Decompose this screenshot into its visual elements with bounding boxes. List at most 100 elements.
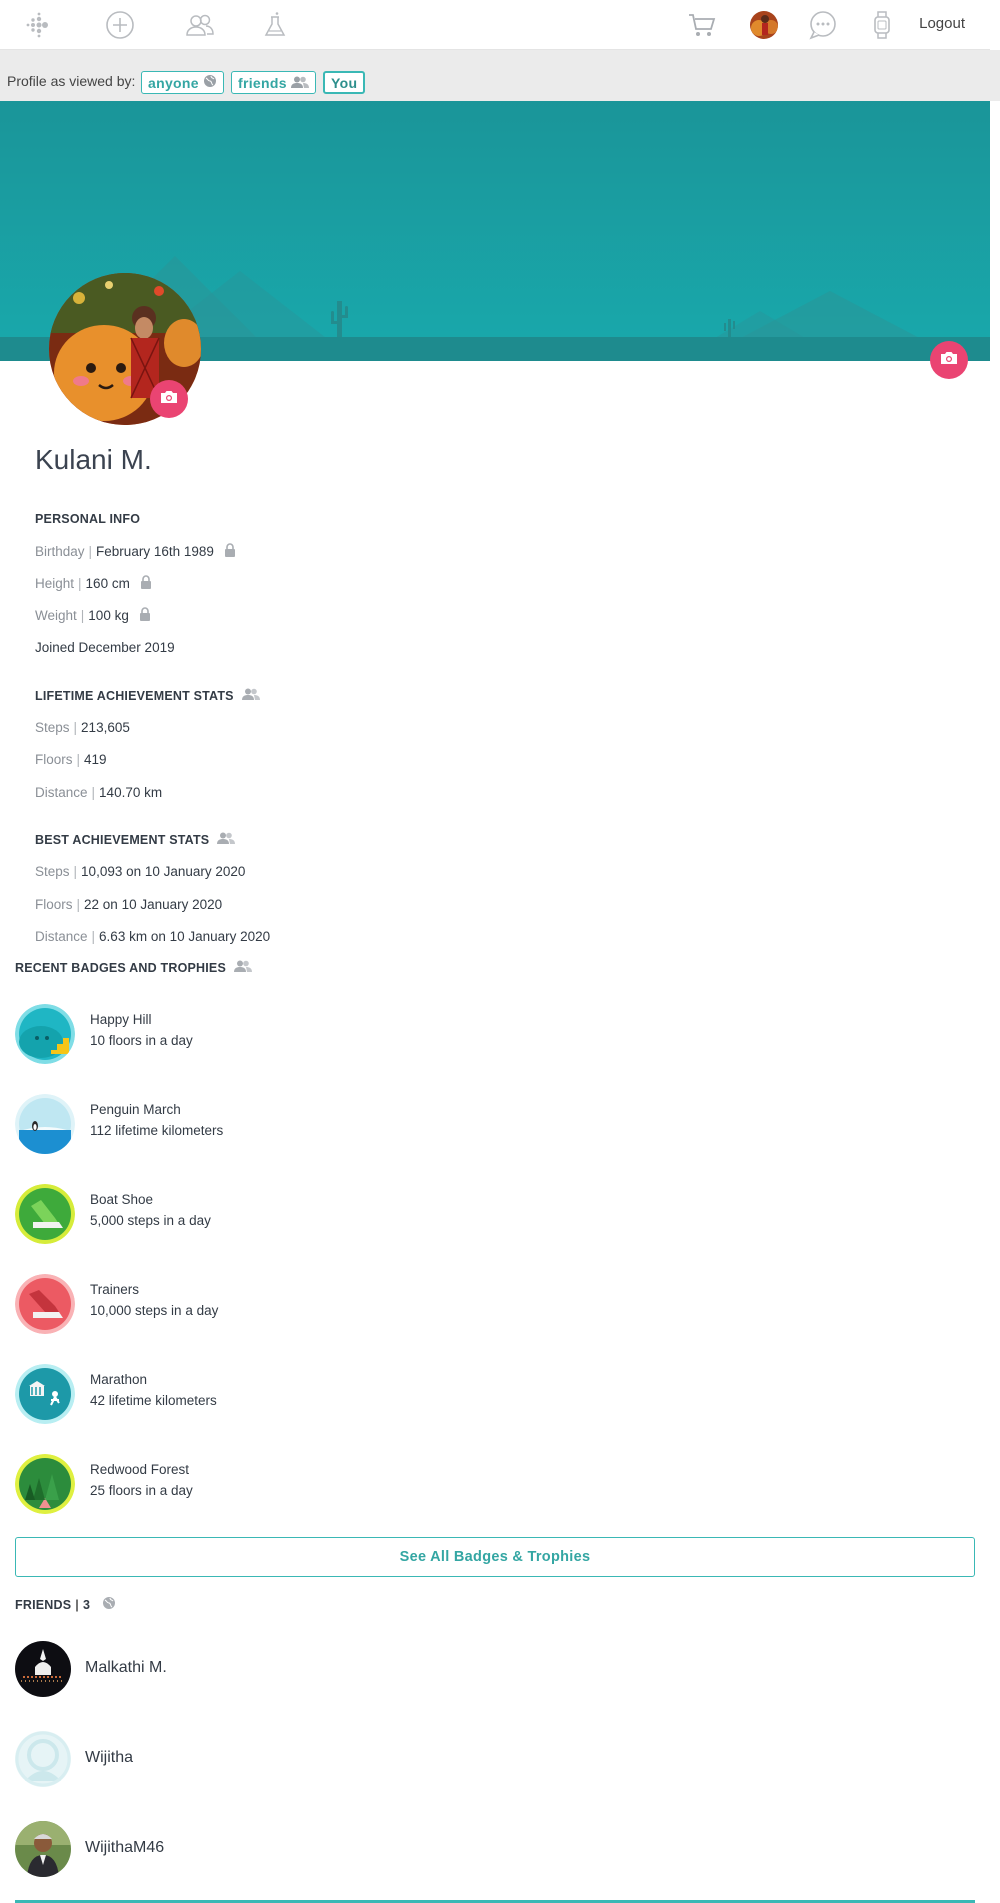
distance-label: Distance [35, 785, 88, 800]
add-icon[interactable] [103, 8, 137, 42]
section-heading-text: BEST ACHIEVEMENT STATS [35, 832, 210, 847]
floors-value: 419 [84, 752, 107, 767]
friend-avatar [15, 1821, 71, 1877]
friend-item[interactable]: WijithaM46 [15, 1821, 515, 1877]
separator: | [91, 785, 96, 800]
separator: | [88, 544, 93, 559]
height-row: Height | 160 cm [35, 575, 152, 592]
badge-item[interactable]: Trainers 10,000 steps in a day [15, 1274, 515, 1336]
badges-heading: RECENT BADGES AND TROPHIES [15, 960, 253, 975]
view-bar-label: Profile as viewed by: [7, 73, 136, 89]
personal-info-heading: PERSONAL INFO [35, 512, 140, 526]
steps-label: Steps [35, 864, 70, 879]
birthday-value: February 16th 1989 [96, 544, 214, 559]
friend-name: Wijitha [85, 1749, 134, 1766]
view-option-label: anyone [148, 74, 199, 91]
friends-icon [217, 832, 236, 847]
weight-label: Weight [35, 608, 77, 623]
trainers-badge-icon [15, 1274, 75, 1334]
badge-name: Happy Hill [90, 1012, 152, 1027]
badge-item[interactable]: Marathon 42 lifetime kilometers [15, 1364, 515, 1426]
best-floors-row: Floors | 22 on 10 January 2020 [35, 897, 222, 912]
badge-description: 10 floors in a day [90, 1033, 193, 1048]
best-steps-row: Steps | 10,093 on 10 January 2020 [35, 864, 245, 879]
separator: | [73, 720, 78, 735]
cart-icon[interactable] [685, 8, 719, 42]
separator: | [76, 897, 81, 912]
messages-icon[interactable] [806, 8, 840, 42]
badge-name: Penguin March [90, 1102, 181, 1117]
badge-item[interactable]: Boat Shoe 5,000 steps in a day [15, 1184, 515, 1246]
globe-icon [102, 1596, 116, 1613]
badge-item[interactable]: Penguin March 112 lifetime kilometers [15, 1094, 515, 1156]
floors-label: Floors [35, 897, 73, 912]
steps-label: Steps [35, 720, 70, 735]
joined-row: Joined December 2019 [35, 640, 175, 655]
separator: | [91, 929, 96, 944]
view-option-label: You [331, 74, 358, 91]
friends-count: 3 [82, 1597, 91, 1612]
fitbit-logo-icon[interactable] [22, 8, 56, 42]
floors-label: Floors [35, 752, 73, 767]
lifetime-stats-heading: LIFETIME ACHIEVEMENT STATS [35, 688, 260, 703]
distance-value: 140.70 km [99, 785, 163, 800]
badge-name: Redwood Forest [90, 1462, 190, 1477]
friends-heading-label: FRIENDS [15, 1597, 72, 1612]
badge-description: 10,000 steps in a day [90, 1303, 219, 1318]
separator: | [73, 864, 78, 879]
friends-icon [234, 960, 253, 975]
joined-date: Joined December 2019 [35, 640, 175, 655]
section-heading-text: RECENT BADGES AND TROPHIES [15, 960, 227, 975]
labs-icon[interactable] [258, 8, 292, 42]
best-stats-heading: BEST ACHIEVEMENT STATS [35, 832, 236, 847]
birthday-row: Birthday | February 16th 1989 [35, 543, 236, 560]
separator: | [76, 752, 81, 767]
lock-icon [224, 543, 236, 560]
camera-icon [160, 390, 178, 409]
friend-avatar [15, 1731, 71, 1787]
top-navigation: Logout [0, 0, 990, 50]
device-icon[interactable] [865, 8, 899, 42]
friend-name: WijithaM46 [85, 1839, 165, 1856]
weight-row: Weight | 100 kg [35, 607, 151, 624]
lifetime-steps-row: Steps | 213,605 [35, 720, 130, 735]
boat-shoe-badge-icon [15, 1184, 75, 1244]
height-value: 160 cm [85, 576, 130, 591]
badge-item[interactable]: Redwood Forest 25 floors in a day [15, 1454, 515, 1516]
marathon-badge-icon [15, 1364, 75, 1424]
community-icon[interactable] [183, 8, 217, 42]
logout-link[interactable]: Logout [919, 15, 965, 32]
friend-name: Malkathi M. [85, 1659, 167, 1676]
see-all-badges-button[interactable]: See All Badges & Trophies [15, 1537, 975, 1577]
change-profile-photo-button[interactable] [150, 380, 188, 418]
profile-name: Kulani M. [35, 444, 152, 475]
lifetime-distance-row: Distance | 140.70 km [35, 785, 162, 800]
separator: | [75, 1597, 79, 1612]
badge-name: Marathon [90, 1372, 148, 1387]
friend-item[interactable]: Wijitha [15, 1731, 515, 1787]
friends-icon [241, 688, 260, 703]
change-cover-photo-button[interactable] [930, 341, 968, 379]
friend-avatar [15, 1641, 71, 1697]
camera-icon [940, 351, 958, 370]
user-avatar[interactable] [747, 8, 781, 42]
badge-name: Trainers [90, 1282, 140, 1297]
floors-value: 22 on 10 January 2020 [84, 897, 223, 912]
separator: | [78, 576, 82, 591]
badge-name: Boat Shoe [90, 1192, 154, 1207]
view-as-anyone-button[interactable]: anyone [141, 71, 224, 94]
view-option-label: friends [238, 74, 287, 91]
view-as-you-button[interactable]: You [323, 71, 366, 94]
profile-view-bar: Profile as viewed by: anyone friends You [0, 50, 1000, 101]
badge-item[interactable]: Happy Hill 10 floors in a day [15, 1004, 515, 1066]
birthday-label: Birthday [35, 544, 85, 559]
section-heading-text: PERSONAL INFO [35, 512, 141, 526]
steps-value: 10,093 on 10 January 2020 [81, 864, 246, 879]
badge-description: 42 lifetime kilometers [90, 1393, 217, 1408]
penguin-march-badge-icon [15, 1094, 75, 1154]
view-as-friends-button[interactable]: friends [231, 71, 316, 94]
lock-icon [139, 607, 151, 624]
badge-description: 112 lifetime kilometers [90, 1123, 224, 1138]
friend-item[interactable]: Malkathi M. [15, 1641, 515, 1697]
height-label: Height [35, 576, 75, 591]
